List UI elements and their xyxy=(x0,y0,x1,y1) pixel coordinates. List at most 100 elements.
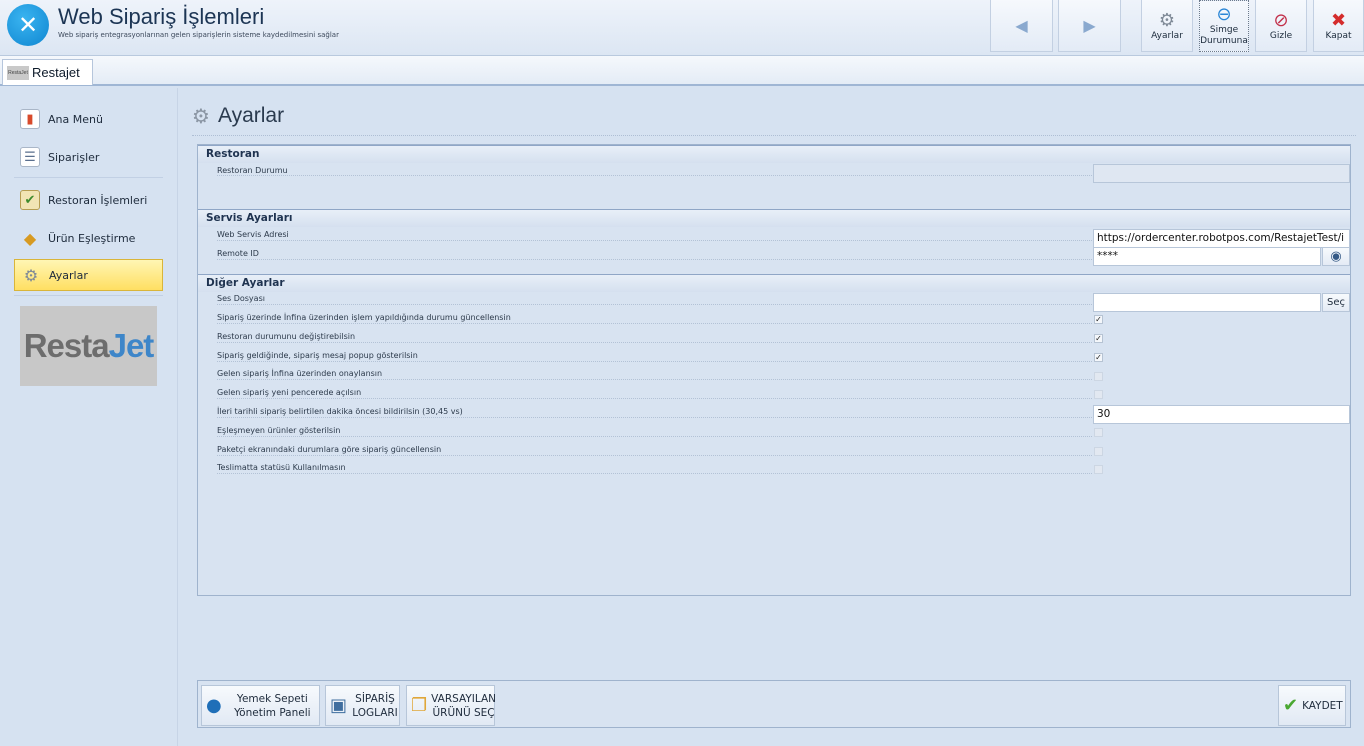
section-header-servis: Servis Ayarları xyxy=(198,209,1350,227)
app-subtitle: Web sipariş entegrasyonlarınan gelen sip… xyxy=(58,31,339,39)
eye-icon: ◉ xyxy=(1330,249,1342,264)
order-logs-label-2: LOGLARI xyxy=(352,706,398,719)
restoran-status-field[interactable] xyxy=(1093,164,1350,183)
tab-restajet[interactable]: RestaJet Restajet xyxy=(2,59,93,85)
row-divider xyxy=(217,398,1092,399)
chart-icon: ▮ xyxy=(20,109,40,129)
option-checkbox-2[interactable]: ✓ xyxy=(1094,334,1103,343)
check-circle-icon: ✔ xyxy=(1283,695,1299,716)
yemek-sepeti-label-1: Yemek Sepeti xyxy=(236,692,308,705)
eye-hidden-icon: ⊘ xyxy=(1273,9,1289,31)
sidebar-divider xyxy=(14,177,163,178)
app-title: Web Sipariş İşlemleri xyxy=(58,4,265,29)
option-checkbox-1[interactable]: ✓ xyxy=(1094,315,1103,324)
yemek-sepeti-panel-button[interactable]: ● Yemek Sepeti Yönetim Paneli xyxy=(201,685,320,726)
hide-button-label: Gizle xyxy=(1269,30,1293,41)
list-icon: ☰ xyxy=(20,147,40,167)
bottom-toolbar: ● Yemek Sepeti Yönetim Paneli ▣ SİPARİŞ … xyxy=(197,680,1351,728)
remote-id-field[interactable]: **** xyxy=(1093,247,1321,266)
restajet-logo: Resta Jet xyxy=(20,306,157,386)
row-divider xyxy=(217,436,1092,437)
gears-icon: ⚙ xyxy=(23,265,39,285)
row-divider xyxy=(217,175,1092,176)
option-checkbox-3[interactable]: ✓ xyxy=(1094,353,1103,362)
sidebar-item-ana-menu[interactable]: ▮ Ana Menü xyxy=(14,103,163,135)
sidebar-item-label: Siparişler xyxy=(48,150,100,164)
tab-label: Restajet xyxy=(32,65,80,80)
option-label: Eşleşmeyen ürünler gösterilsin xyxy=(217,426,341,435)
arrow-left-icon: ◀ xyxy=(1015,16,1028,35)
forward-button[interactable]: ▶ xyxy=(1058,0,1121,52)
gear-icon: ⚙ xyxy=(1158,9,1176,31)
tab-row: RestaJet Restajet xyxy=(0,56,1364,86)
gears-icon: ⚙ xyxy=(192,104,210,128)
minimize-label-2: Durumuna xyxy=(1200,36,1248,46)
sidebar-item-label: Restoran İşlemleri xyxy=(48,193,148,207)
order-logs-button[interactable]: ▣ SİPARİŞ LOGLARI xyxy=(325,685,400,726)
option-checkbox-7[interactable] xyxy=(1094,447,1103,456)
settings-button-label: Ayarlar xyxy=(1151,30,1183,41)
option-checkbox-5[interactable] xyxy=(1094,390,1103,399)
row-divider xyxy=(217,379,1092,380)
copy-icon: ❐ xyxy=(411,695,428,716)
row-divider xyxy=(217,455,1092,456)
back-button[interactable]: ◀ xyxy=(990,0,1053,52)
sound-file-field[interactable] xyxy=(1093,293,1321,312)
remote-id-label: Remote ID xyxy=(217,249,259,258)
log-book-icon: ▣ xyxy=(330,695,348,716)
sidebar-item-ayarlar[interactable]: ⚙ Ayarlar xyxy=(14,259,163,291)
option-label: Gelen sipariş İnfina üzerinden onaylansı… xyxy=(217,369,383,378)
app-logo-icon: ✕ xyxy=(7,4,49,46)
page-header: ⚙ Ayarlar xyxy=(192,104,284,128)
option-checkbox-6[interactable] xyxy=(1094,428,1103,437)
select-sound-button[interactable]: Seç xyxy=(1322,293,1350,312)
row-divider xyxy=(217,259,1092,260)
option-label: Sipariş üzerinde İnfina üzerinden işlem … xyxy=(217,313,511,322)
sidebar: ▮ Ana Menü ☰ Siparişler ✔ Restoran İşlem… xyxy=(0,88,178,746)
arrow-right-icon: ▶ xyxy=(1083,16,1096,35)
option-label: Teslimatta statüsü Kullanılmasın xyxy=(217,463,346,472)
restajet-tab-logo: RestaJet xyxy=(7,65,29,80)
web-service-url-label: Web Servis Adresi xyxy=(217,230,289,239)
sidebar-item-urun-eslestirme[interactable]: ◆ Ürün Eşleştirme xyxy=(14,222,163,254)
sidebar-item-label: Ana Menü xyxy=(48,112,103,126)
show-password-button[interactable]: ◉ xyxy=(1322,247,1350,266)
minimize-button[interactable]: ⊖ Simge Durumuna xyxy=(1199,0,1249,52)
row-divider xyxy=(217,473,1092,474)
settings-button[interactable]: ⚙ Ayarlar xyxy=(1141,0,1193,52)
boxes-icon: ◆ xyxy=(23,228,37,248)
save-button[interactable]: ✔ KAYDET xyxy=(1278,685,1346,726)
close-button-label: Kapat xyxy=(1325,30,1352,41)
row-divider xyxy=(217,304,1092,305)
advance-notice-label: İleri tarihli sipariş belirtilen dakika … xyxy=(217,407,463,416)
web-service-url-field[interactable]: https://ordercenter.robotpos.com/Restaje… xyxy=(1093,229,1350,248)
default-product-button[interactable]: ❐ VARSAYILAN ÜRÜNÜ SEÇ xyxy=(406,685,496,726)
page-title: Ayarlar xyxy=(217,104,285,127)
close-button[interactable]: ✖ Kapat xyxy=(1313,0,1364,52)
default-product-label-2: ÜRÜNÜ SEÇ xyxy=(432,706,495,719)
minimize-label-1: Simge xyxy=(1209,25,1239,35)
sidebar-divider xyxy=(14,295,163,296)
restoran-status-label: Restoran Durumu xyxy=(217,166,288,175)
globe-icon: ● xyxy=(206,695,222,716)
sidebar-item-label: Ayarlar xyxy=(49,268,88,282)
option-checkbox-4[interactable] xyxy=(1094,372,1103,381)
hide-button[interactable]: ⊘ Gizle xyxy=(1255,0,1307,52)
section-header-diger: Diğer Ayarlar xyxy=(198,274,1350,292)
title-divider xyxy=(192,135,1356,136)
sidebar-item-siparisler[interactable]: ☰ Siparişler xyxy=(14,141,163,173)
option-label: Paketçi ekranındaki durumlara göre sipar… xyxy=(217,445,442,454)
clipboard-icon: ✔ xyxy=(20,190,40,210)
row-divider xyxy=(217,240,1092,241)
row-divider xyxy=(217,417,1092,418)
option-checkbox-8[interactable] xyxy=(1094,465,1103,474)
row-divider xyxy=(217,323,1092,324)
row-divider xyxy=(217,342,1092,343)
sidebar-item-restoran-islemleri[interactable]: ✔ Restoran İşlemleri xyxy=(14,184,163,216)
sound-file-label: Ses Dosyası xyxy=(217,294,265,303)
order-logs-label-1: SİPARİŞ xyxy=(355,692,395,705)
save-button-label: KAYDET xyxy=(1302,699,1343,712)
settings-panel: Restoran Restoran Durumu Servis Ayarları… xyxy=(197,144,1351,596)
option-label: Gelen sipariş yeni pencerede açılsın xyxy=(217,388,362,397)
advance-notice-field[interactable]: 30 xyxy=(1093,405,1350,424)
